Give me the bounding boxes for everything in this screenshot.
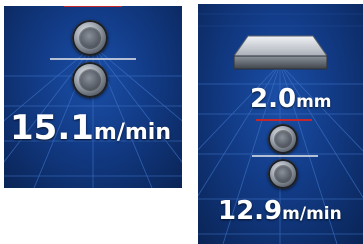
speed-readout: 15.1m/min	[10, 108, 171, 148]
speed-value: 12.9	[218, 196, 283, 226]
red-marker-line	[256, 119, 312, 121]
roll-gap-line	[50, 58, 136, 60]
thickness-readout: 2.0mm	[250, 84, 332, 114]
lower-roller-icon	[268, 159, 298, 189]
thickness-value: 2.0	[250, 84, 297, 114]
die-block-icon	[234, 35, 327, 70]
lower-roller-icon	[72, 62, 108, 98]
upper-roller-icon	[268, 124, 298, 154]
speed-value: 15.1	[10, 108, 94, 148]
roll-gap-line	[252, 155, 318, 157]
upper-roller-icon	[72, 20, 108, 56]
speed-unit: m/min	[282, 204, 342, 224]
left-speed-panel: 15.1m/min	[4, 6, 182, 188]
speed-readout: 12.9m/min	[218, 196, 342, 226]
right-thickness-speed-panel: 2.0mm 12.9m/min	[198, 4, 363, 244]
thickness-unit: mm	[296, 92, 332, 112]
speed-unit: m/min	[93, 120, 171, 145]
